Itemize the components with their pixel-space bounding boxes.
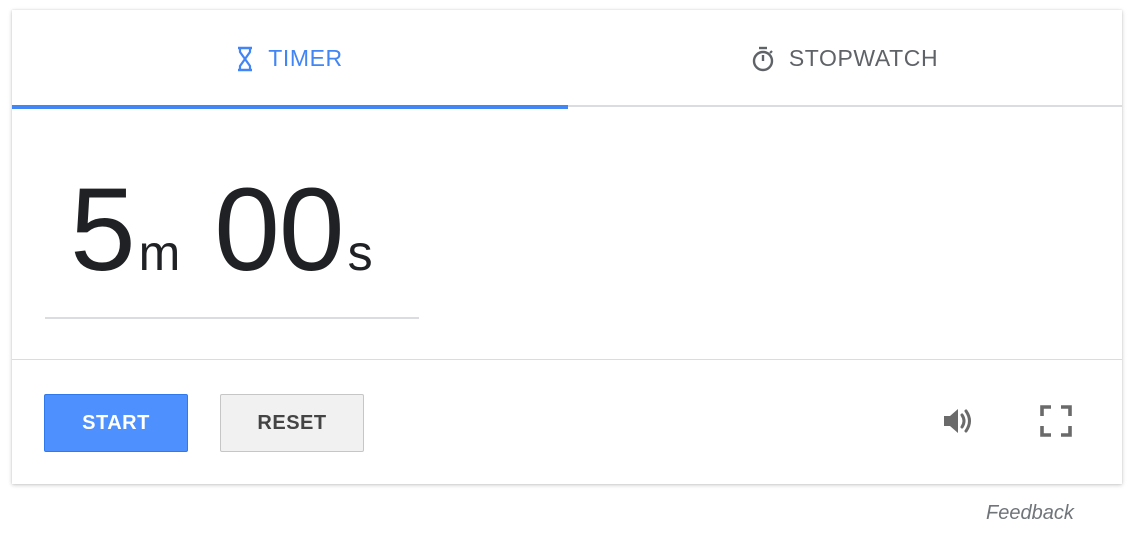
- fullscreen-icon: [1040, 404, 1072, 442]
- time-readout[interactable]: 5m 00s: [70, 171, 373, 289]
- tab-bar: TIMER STOPWATCH: [12, 10, 1122, 109]
- volume-icon: [941, 405, 975, 442]
- tab-timer[interactable]: TIMER: [12, 10, 568, 109]
- minutes-unit: m: [138, 225, 181, 281]
- timer-display[interactable]: 5m 00s: [12, 107, 1122, 360]
- timer-widget: TIMER STOPWATCH 5m 00s START RESET: [12, 10, 1122, 484]
- tab-stopwatch-label: STOPWATCH: [788, 45, 939, 71]
- feedback-link[interactable]: Feedback: [986, 502, 1074, 525]
- controls-bar: START RESET: [12, 361, 1122, 484]
- start-button[interactable]: START: [44, 394, 188, 452]
- seconds-value[interactable]: 00: [214, 164, 344, 296]
- minutes-value[interactable]: 5: [70, 164, 136, 296]
- stopwatch-icon: [751, 46, 775, 72]
- fullscreen-button[interactable]: [1034, 401, 1078, 445]
- tab-stopwatch[interactable]: STOPWATCH: [567, 10, 1122, 107]
- reset-button[interactable]: RESET: [220, 394, 364, 452]
- time-input-underline: [45, 317, 419, 319]
- hourglass-icon: [236, 46, 254, 72]
- tab-timer-label: TIMER: [268, 45, 343, 71]
- seconds-unit: s: [347, 225, 373, 281]
- volume-button[interactable]: [936, 401, 980, 445]
